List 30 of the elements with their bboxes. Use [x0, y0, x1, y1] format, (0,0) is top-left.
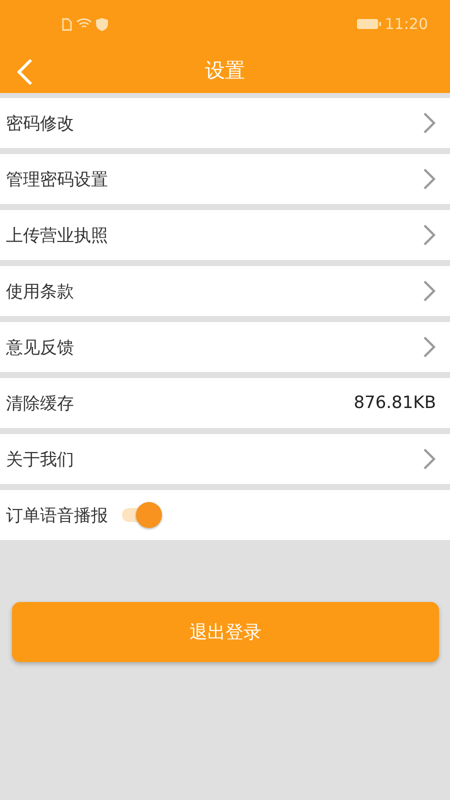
status-time: 11:20	[384, 15, 428, 33]
chevron-icon	[423, 448, 436, 470]
setting-label: 意见反馈	[6, 336, 75, 358]
voice-toggle[interactable]	[120, 502, 162, 528]
setting-label: 使用条款	[6, 280, 75, 302]
chevron-icon	[423, 280, 436, 302]
sim-icon	[62, 18, 72, 30]
page-title: 设置	[205, 57, 245, 84]
chevron-icon	[423, 224, 436, 246]
wifi-icon	[76, 18, 92, 30]
chevron-icon	[423, 168, 436, 190]
settings-row[interactable]: 清除缓存 876.81KB	[0, 378, 450, 428]
settings-row[interactable]: 使用条款	[0, 266, 450, 316]
settings-row[interactable]: 关于我们	[0, 434, 450, 484]
chevron-icon	[423, 112, 436, 134]
shield-icon	[96, 18, 108, 30]
battery-icon	[356, 18, 381, 30]
setting-label: 密码修改	[6, 112, 75, 134]
cache-size: 876.81KB	[354, 393, 436, 413]
settings-row[interactable]: 意见反馈	[0, 322, 450, 372]
settings-row[interactable]: 上传营业执照	[0, 210, 450, 260]
back-icon[interactable]	[16, 58, 34, 86]
settings-row[interactable]: 管理密码设置	[0, 154, 450, 204]
chevron-icon	[423, 336, 436, 358]
setting-label: 管理密码设置	[6, 168, 109, 190]
setting-label: 订单语音播报	[6, 504, 108, 526]
setting-label: 关于我们	[6, 448, 75, 470]
setting-label: 清除缓存	[6, 392, 75, 414]
setting-label: 上传营业执照	[6, 224, 109, 246]
settings-row[interactable]: 密码修改	[0, 98, 450, 148]
